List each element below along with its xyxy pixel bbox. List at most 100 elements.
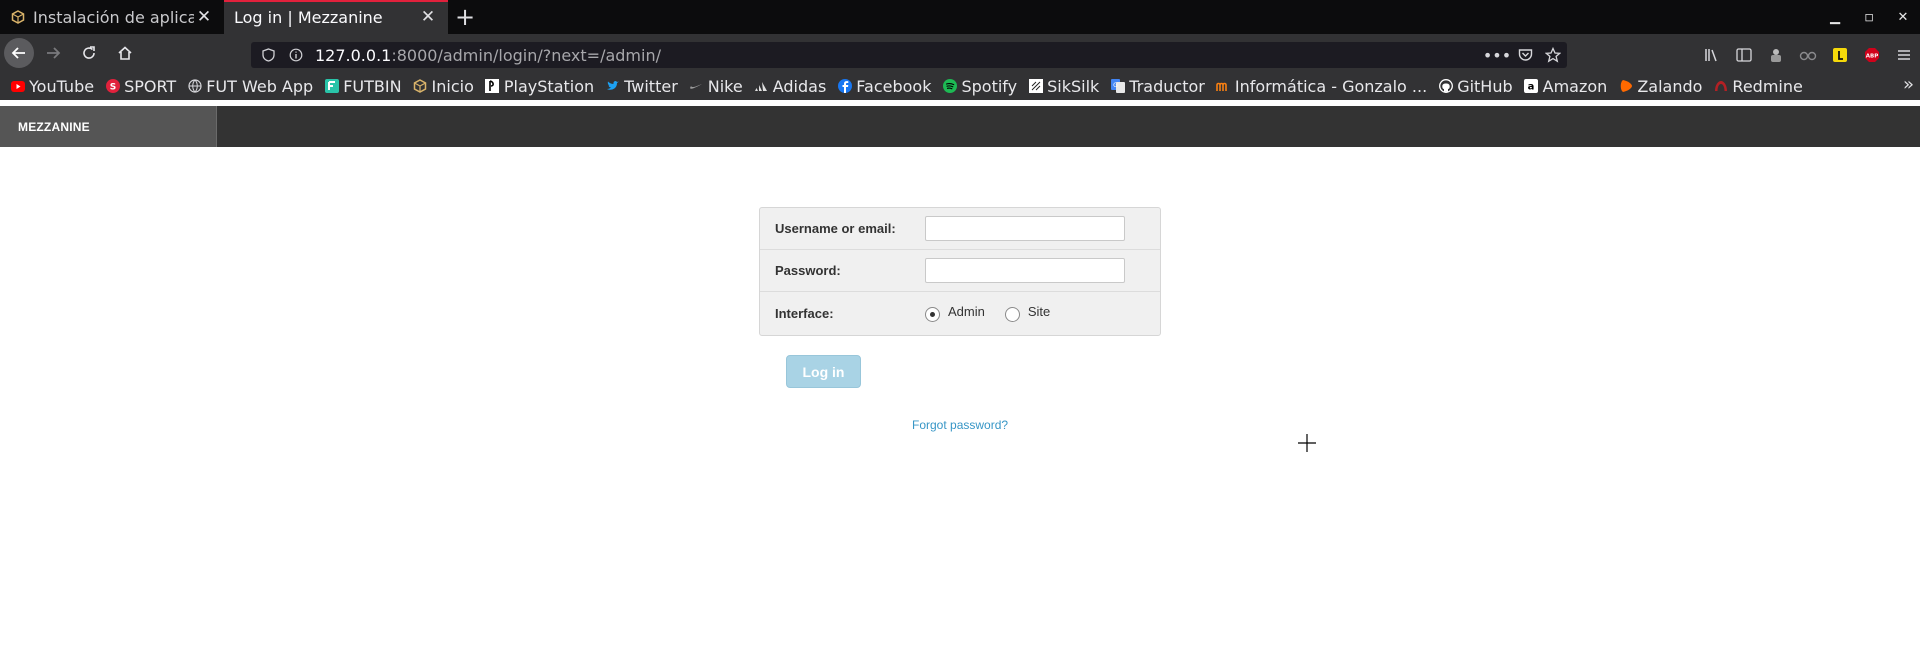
bookmark-label: Redmine (1732, 76, 1803, 96)
password-row: Password: (760, 250, 1160, 292)
bookmark-label: SikSilk (1047, 76, 1100, 96)
bookmark-spotify[interactable]: Spotify (942, 77, 1017, 96)
bookmark-inicio[interactable]: Inicio (413, 77, 474, 96)
box-icon (10, 9, 26, 25)
bookmark-fut-web-app[interactable]: FUT Web App (187, 77, 313, 96)
interface-option-admin[interactable]: Admin (925, 304, 985, 322)
forward-button[interactable] (36, 36, 70, 70)
bookmark-redmine[interactable]: Redmine (1713, 76, 1803, 96)
brand-logo[interactable]: MEZZANINE (0, 106, 217, 147)
amazon-icon: a (1524, 79, 1539, 94)
username-input[interactable] (925, 216, 1125, 241)
home-button[interactable] (108, 36, 142, 70)
reload-button[interactable] (72, 36, 106, 70)
radio-site-label: Site (1027, 303, 1051, 319)
moodle-icon (1216, 79, 1231, 94)
spotify-icon (942, 79, 957, 94)
page-content: MEZZANINE Username or email: Password: I… (0, 106, 1920, 649)
tab-login-mezzanine[interactable]: Log in | Mezzanine ✕ (224, 0, 448, 34)
username-label: Username or email: (775, 221, 896, 236)
shield-icon[interactable] (257, 48, 279, 62)
tab-title: Log in | Mezzanine (234, 7, 383, 27)
radio-site[interactable] (1004, 306, 1020, 322)
bookmark-zalando[interactable]: Zalando (1618, 77, 1702, 96)
bookmark-amazon[interactable]: a Amazon (1524, 76, 1608, 96)
bookmarks-overflow-icon[interactable]: » (1903, 74, 1914, 95)
bookmark-label: Inicio (431, 76, 474, 96)
back-button[interactable] (4, 38, 34, 68)
bookmark-label: FUTBIN (343, 76, 402, 96)
sidebar-icon[interactable] (1728, 38, 1760, 72)
bookmark-github[interactable]: GitHub (1438, 76, 1513, 96)
bookmark-siksilk[interactable]: SikSilk (1028, 77, 1099, 96)
globe-icon (187, 79, 202, 94)
interface-option-site[interactable]: Site (1004, 303, 1051, 322)
interface-radio-group: Admin Site (925, 303, 1070, 322)
menu-icon[interactable] (1888, 38, 1920, 72)
playstation-icon (485, 79, 500, 94)
star-icon[interactable] (1539, 47, 1567, 63)
address-bar[interactable]: 127.0.0.1:8000/admin/login/?next=/admin/… (251, 42, 1567, 68)
bookmarks-toolbar: YouTube S SPORT FUT Web App FUTBIN Inicio Play… (0, 72, 1920, 100)
glasses-icon[interactable] (1792, 38, 1824, 72)
password-label: Password: (775, 263, 841, 278)
svg-text:ABP: ABP (1866, 54, 1878, 60)
more-actions-icon[interactable]: ••• (1483, 46, 1511, 65)
new-tab-button[interactable]: + (448, 0, 482, 34)
url-host: 127.0.0.1 (315, 45, 392, 65)
close-tab-icon[interactable]: ✕ (194, 7, 214, 27)
password-input[interactable] (925, 258, 1125, 283)
adblock-icon[interactable]: ABP (1856, 38, 1888, 72)
github-icon (1438, 79, 1453, 94)
redmine-icon (1713, 79, 1728, 94)
url-path: :8000/admin/login/?next=/admin/ (391, 45, 661, 65)
bookmark-label: Facebook (856, 76, 932, 96)
bookmark-label: GitHub (1457, 76, 1513, 96)
interface-label: Interface: (775, 305, 834, 321)
extension-icon[interactable] (1760, 38, 1792, 72)
futbin-icon (324, 79, 339, 94)
bookmark-traductor[interactable]: G Traductor (1110, 77, 1205, 96)
bookmark-inform-tica-gonzalo[interactable]: Informática - Gonzalo ... (1216, 77, 1427, 96)
home-icon (118, 46, 132, 60)
zalando-icon (1618, 79, 1633, 94)
info-icon[interactable] (285, 48, 307, 62)
siksilk-icon (1028, 79, 1043, 94)
arrow-left-icon (11, 47, 25, 59)
bookmark-label: Amazon (1542, 76, 1608, 96)
bookmark-twitter[interactable]: Twitter (605, 77, 678, 96)
library-icon[interactable] (1696, 38, 1728, 72)
yellow-extension-icon[interactable] (1824, 38, 1856, 72)
facebook-icon (837, 79, 852, 94)
sport-icon: S (105, 79, 120, 94)
bookmark-label: Twitter (624, 76, 678, 96)
login-button[interactable]: Log in (786, 355, 861, 388)
maximize-icon[interactable]: ◽ (1852, 0, 1886, 34)
bookmark-futbin[interactable]: FUTBIN (324, 76, 402, 96)
radio-admin[interactable] (925, 306, 940, 322)
bookmark-label: YouTube (29, 76, 95, 96)
svg-text:a: a (1528, 82, 1535, 93)
bookmark-nike[interactable]: Nike (689, 77, 743, 96)
bookmark-youtube[interactable]: YouTube (10, 77, 94, 96)
bookmark-label: Adidas (772, 76, 827, 96)
pocket-icon[interactable] (1511, 48, 1539, 62)
close-tab-icon[interactable]: ✕ (418, 7, 438, 27)
bookmark-label: PlayStation (503, 76, 595, 96)
forgot-password-link[interactable]: Forgot password? (912, 418, 1008, 432)
bookmark-playstation[interactable]: PlayStation (485, 77, 594, 96)
reload-icon (83, 46, 95, 59)
bookmark-facebook[interactable]: Facebook (837, 77, 931, 96)
minimize-icon[interactable]: ▁ (1818, 0, 1852, 34)
svg-text:G: G (1113, 82, 1118, 89)
close-window-icon[interactable]: ✕ (1886, 0, 1920, 34)
url-text: 127.0.0.1:8000/admin/login/?next=/admin/ (315, 46, 661, 65)
tab-instalacion[interactable]: Instalación de aplicaci ✕ (0, 0, 224, 34)
interface-row: Interface: Admin Site (760, 292, 1160, 334)
bookmark-label: Zalando (1637, 76, 1703, 96)
bookmark-label: SPORT (124, 76, 177, 96)
bookmark-label: Nike (707, 76, 743, 96)
tab-title: Instalación de aplicaci (33, 7, 194, 27)
bookmark-sport[interactable]: S SPORT (105, 77, 176, 96)
bookmark-adidas[interactable]: Adidas (754, 76, 827, 96)
